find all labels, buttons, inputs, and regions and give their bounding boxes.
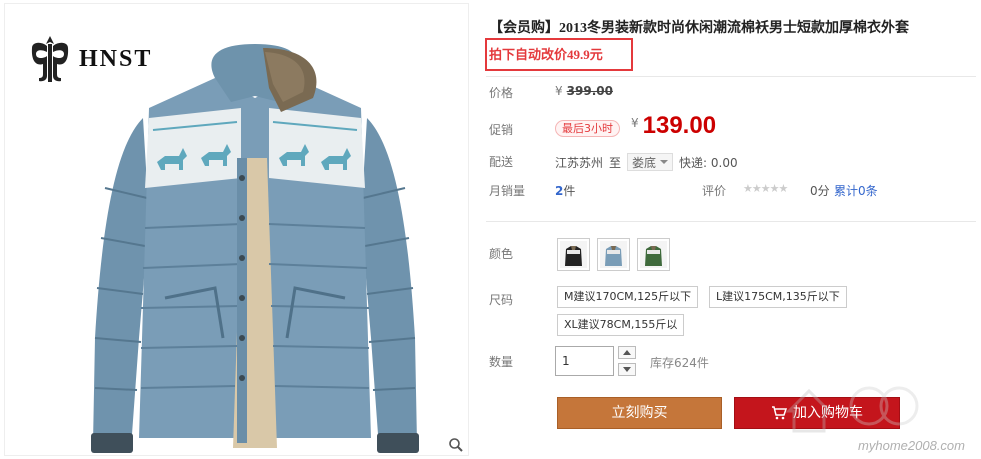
jacket-photo xyxy=(91,44,419,453)
destination-value: 娄底 xyxy=(632,155,657,170)
chevron-up-icon xyxy=(623,350,631,355)
promo-price-value: 139.00 xyxy=(642,112,717,139)
quantity-label: 数量 xyxy=(489,355,514,369)
rating-stars-icon: ★★★★★ xyxy=(743,182,788,195)
shipping-to: 至 xyxy=(609,155,622,170)
stock-count: 库存624件 xyxy=(650,356,709,370)
color-swatch-green[interactable] xyxy=(637,238,670,271)
product-image-panel: HNST xyxy=(4,3,469,456)
reviews-link[interactable]: 累计0条 xyxy=(834,182,878,199)
promo-price: ¥139.00 xyxy=(631,112,716,140)
color-swatch-black[interactable] xyxy=(557,238,590,271)
rating-label: 评价 xyxy=(702,184,727,198)
size-option-xl[interactable]: XL建议78CM,155斤以 xyxy=(557,314,685,336)
color-label: 颜色 xyxy=(489,247,514,261)
shipping-label: 配送 xyxy=(489,155,514,169)
jacket-thumbnail-black xyxy=(560,241,587,268)
rating-score: 0分 xyxy=(810,184,830,198)
promo-note: 拍下自动改价49.9元 xyxy=(489,47,603,62)
quantity-decrease-button[interactable] xyxy=(618,363,636,376)
size-option-m[interactable]: M建议170CM,125斤以下 xyxy=(557,286,699,308)
quantity-input[interactable]: 1 xyxy=(555,346,614,376)
promo-price-label: 促销 xyxy=(489,123,514,137)
chevron-down-icon xyxy=(660,160,669,164)
shipping-origin: 江苏苏州 xyxy=(555,155,604,170)
chevron-down-icon xyxy=(623,367,631,372)
shipping-info: 江苏苏州 至 娄底 快递: 0.00 xyxy=(555,153,738,171)
countdown-badge: 最后3小时 xyxy=(555,120,620,137)
watermark-text: myhome2008.com xyxy=(858,438,965,453)
shipping-fee: 快递: 0.00 xyxy=(679,155,738,170)
zoom-icon[interactable] xyxy=(448,437,464,453)
monthly-sales-label: 月销量 xyxy=(489,184,526,198)
size-option-l[interactable]: L建议175CM,135斤以下 xyxy=(709,286,847,308)
jacket-thumbnail-blue xyxy=(600,241,627,268)
original-price-value: 399.00 xyxy=(566,84,613,98)
divider xyxy=(486,221,976,222)
currency-symbol: ¥ xyxy=(555,84,563,98)
buy-now-button[interactable]: 立刻购买 xyxy=(557,397,722,429)
price-label: 价格 xyxy=(489,86,514,100)
sales-unit: 件 xyxy=(563,184,576,198)
quantity-increase-button[interactable] xyxy=(618,346,636,359)
destination-select[interactable]: 娄底 xyxy=(627,153,674,171)
monthly-sales: 2件 xyxy=(555,182,575,199)
divider xyxy=(486,76,976,77)
original-price: ¥399.00 xyxy=(555,84,613,98)
currency-symbol: ¥ xyxy=(631,116,639,130)
product-title: 【会员购】2013冬男装新款时尚休闲潮流棉袄男士短款加厚棉衣外套 xyxy=(489,21,909,36)
jacket-thumbnail-green xyxy=(640,241,667,268)
size-label: 尺码 xyxy=(489,293,514,307)
color-swatch-blue[interactable] xyxy=(597,238,630,271)
